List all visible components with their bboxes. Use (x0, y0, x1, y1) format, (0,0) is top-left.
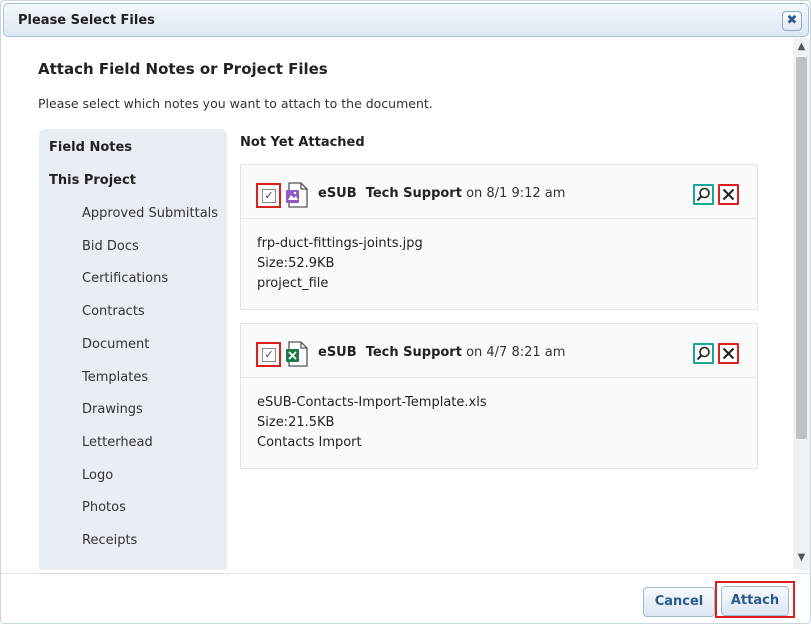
sidebar-item-logo[interactable]: Logo (82, 468, 113, 483)
select-checkbox-highlight: ✓ (256, 342, 281, 367)
vertical-scrollbar[interactable]: ▲ ▼ (793, 38, 810, 570)
scrollbar-thumb[interactable] (796, 57, 807, 439)
sidebar-item-photos[interactable]: Photos (82, 500, 126, 515)
preview-button[interactable] (693, 184, 714, 205)
sidebar-item-drawings[interactable]: Drawings (82, 402, 143, 417)
files-panel: Not Yet Attached (240, 135, 760, 150)
magnifier-icon (696, 346, 710, 361)
cancel-button[interactable]: Cancel (643, 587, 715, 617)
file-card: ✓ eSUB Tech Support on 8/1 9:12 am frp-d… (240, 164, 758, 310)
scroll-down-icon[interactable]: ▼ (793, 549, 810, 566)
dialog-content: Attach Field Notes or Project Files Plea… (1, 38, 793, 570)
file-author: eSUB Tech Support on 8/1 9:12 am (318, 186, 565, 201)
close-x-icon (722, 188, 735, 201)
file-category: Contacts Import (257, 435, 362, 450)
dialog-titlebar: Please Select Files ✖ (3, 3, 809, 37)
author-name: eSUB Tech Support (318, 186, 462, 201)
magnifier-icon (696, 187, 710, 202)
section-title: Not Yet Attached (240, 135, 365, 150)
image-file-icon (286, 182, 308, 208)
preview-button[interactable] (693, 343, 714, 364)
sidebar-item-letterhead[interactable]: Letterhead (82, 435, 153, 450)
sidebar-item-this-project[interactable]: This Project (49, 173, 136, 188)
folder-sidebar: Field Notes This Project Approved Submit… (39, 129, 227, 570)
file-card: ✓ eSUB Tech Support on 4/7 8:21 am eSUB-… (240, 323, 758, 469)
file-size: Size:52.9KB (257, 256, 335, 271)
select-checkbox[interactable]: ✓ (262, 348, 276, 362)
sidebar-item-receipts[interactable]: Receipts (82, 533, 137, 548)
remove-button[interactable] (718, 343, 739, 364)
sidebar-item-templates[interactable]: Templates (82, 370, 148, 385)
sidebar-item-approved-submittals[interactable]: Approved Submittals (82, 206, 218, 221)
file-author: eSUB Tech Support on 4/7 8:21 am (318, 345, 565, 360)
dialog-footer: Cancel Attach (1, 573, 810, 623)
scroll-up-icon[interactable]: ▲ (793, 38, 810, 55)
attach-button-highlight: Attach (715, 581, 795, 618)
file-name: frp-duct-fittings-joints.jpg (257, 236, 423, 251)
sidebar-item-bid-docs[interactable]: Bid Docs (82, 239, 139, 254)
close-icon[interactable]: ✖ (782, 11, 802, 31)
excel-file-icon (286, 341, 308, 367)
file-select-dialog: Please Select Files ✖ Attach Field Notes… (0, 0, 811, 624)
file-size: Size:21.5KB (257, 415, 335, 430)
attach-button[interactable]: Attach (721, 586, 789, 616)
page-title: Attach Field Notes or Project Files (38, 60, 328, 78)
dialog-title: Please Select Files (18, 13, 155, 28)
close-x-icon (722, 347, 735, 360)
file-card-header: ✓ eSUB Tech Support on 8/1 9:12 am (241, 165, 757, 219)
instructions-text: Please select which notes you want to at… (38, 96, 433, 111)
sidebar-item-field-notes[interactable]: Field Notes (49, 140, 132, 155)
file-name: eSUB-Contacts-Import-Template.xls (257, 395, 487, 410)
file-date: on 8/1 9:12 am (461, 186, 566, 201)
remove-button[interactable] (718, 184, 739, 205)
author-name: eSUB Tech Support (318, 345, 462, 360)
sidebar-item-document[interactable]: Document (82, 337, 149, 352)
select-checkbox-highlight: ✓ (256, 183, 281, 208)
sidebar-item-certifications[interactable]: Certifications (82, 271, 168, 286)
select-checkbox[interactable]: ✓ (262, 189, 276, 203)
file-date: on 4/7 8:21 am (461, 345, 566, 360)
sidebar-item-contracts[interactable]: Contracts (82, 304, 145, 319)
file-card-header: ✓ eSUB Tech Support on 4/7 8:21 am (241, 324, 757, 378)
file-category: project_file (257, 276, 329, 291)
